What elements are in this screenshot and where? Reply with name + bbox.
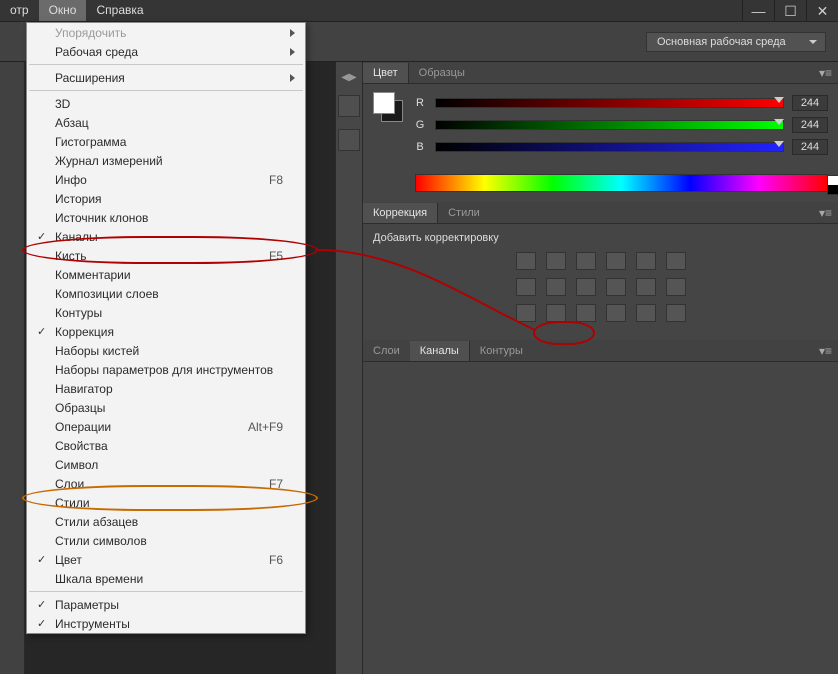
adj-vibrance-icon[interactable] — [636, 252, 656, 270]
menu-measure-log[interactable]: Журнал измерений — [27, 151, 305, 170]
menu-brush[interactable]: КистьF5 — [27, 246, 305, 265]
menu-truncated[interactable]: отр — [0, 0, 39, 21]
menu-paragraph[interactable]: Абзац — [27, 113, 305, 132]
adj-extra2-icon[interactable] — [666, 304, 686, 322]
workspace-selector[interactable]: Основная рабочая среда — [646, 32, 826, 52]
value-r[interactable]: 244 — [792, 95, 828, 111]
menu-info[interactable]: ИнфоF8 — [27, 170, 305, 189]
adj-channel-mixer-icon[interactable] — [606, 278, 626, 296]
value-b[interactable]: 244 — [792, 139, 828, 155]
menu-channels[interactable]: Каналы — [27, 227, 305, 246]
tab-layers[interactable]: Слои — [363, 341, 410, 361]
dock-icon-1[interactable] — [338, 95, 360, 117]
adj-poster-icon[interactable] — [516, 304, 536, 322]
adj-balance-icon[interactable] — [546, 278, 566, 296]
color-panel-body: R 244 G 244 B 244 — [363, 84, 838, 168]
adj-threshold-icon[interactable] — [546, 304, 566, 322]
color-panel-menu-icon[interactable]: ▾≡ — [813, 66, 838, 80]
restore-button[interactable]: ☐ — [774, 0, 806, 22]
menu-extensions[interactable]: Расширения — [27, 68, 305, 87]
adj-photo-filter-icon[interactable] — [576, 278, 596, 296]
label-r: R — [413, 97, 427, 109]
adj-levels-icon[interactable] — [546, 252, 566, 270]
tab-channels[interactable]: Каналы — [410, 341, 470, 361]
tab-swatches[interactable]: Образцы — [409, 63, 475, 83]
menu-workspace[interactable]: Рабочая среда — [27, 42, 305, 61]
menu-window[interactable]: Окно — [39, 0, 87, 21]
slider-g[interactable] — [435, 120, 784, 130]
expand-dock-icon[interactable]: ◀▶ — [341, 72, 356, 83]
menu-layers[interactable]: СлоиF7 — [27, 474, 305, 493]
menu-help[interactable]: Справка — [86, 0, 153, 21]
menu-paths[interactable]: Контуры — [27, 303, 305, 322]
menu-swatches[interactable]: Образцы — [27, 398, 305, 417]
menu-3d[interactable]: 3D — [27, 94, 305, 113]
menu-styles[interactable]: Стили — [27, 493, 305, 512]
menu-histogram[interactable]: Гистограмма — [27, 132, 305, 151]
left-gutter — [0, 62, 25, 674]
menu-arrange[interactable]: Упорядочить — [27, 23, 305, 42]
menubar: отр Окно Справка — ☐ ✕ — [0, 0, 838, 22]
adj-selective-icon[interactable] — [606, 304, 626, 322]
adj-brightness-icon[interactable] — [516, 252, 536, 270]
tab-paths[interactable]: Контуры — [470, 341, 533, 361]
menu-para-styles[interactable]: Стили абзацев — [27, 512, 305, 531]
tab-color[interactable]: Цвет — [363, 63, 409, 83]
menu-options[interactable]: Параметры — [27, 595, 305, 614]
minimize-button[interactable]: — — [742, 0, 774, 22]
menu-tool-presets[interactable]: Наборы параметров для инструментов — [27, 360, 305, 379]
adj-invert-icon[interactable] — [666, 278, 686, 296]
add-adjustment-label: Добавить корректировку — [373, 232, 828, 244]
channels-panel-body — [363, 362, 838, 674]
close-button[interactable]: ✕ — [806, 0, 838, 22]
adj-bw-icon[interactable] — [516, 278, 536, 296]
label-b: B — [413, 141, 427, 153]
slider-r[interactable] — [435, 98, 784, 108]
label-g: G — [413, 119, 427, 131]
adjust-panel-menu-icon[interactable]: ▾≡ — [813, 206, 838, 220]
adjust-panel-body: Добавить корректировку — [363, 224, 838, 340]
color-panel-header: Цвет Образцы ▾≡ — [363, 62, 838, 84]
layers-panel-menu-icon[interactable]: ▾≡ — [813, 344, 838, 358]
menu-history[interactable]: История — [27, 189, 305, 208]
menu-color[interactable]: ЦветF6 — [27, 550, 305, 569]
menu-adjustments[interactable]: Коррекция — [27, 322, 305, 341]
dock-icon-2[interactable] — [338, 129, 360, 151]
collapsed-dock: ◀▶ — [335, 62, 363, 674]
color-spectrum[interactable] — [415, 174, 828, 192]
menu-clone-source[interactable]: Источник клонов — [27, 208, 305, 227]
menu-comments[interactable]: Комментарии — [27, 265, 305, 284]
menu-layer-comps[interactable]: Композиции слоев — [27, 284, 305, 303]
menu-properties[interactable]: Свойства — [27, 436, 305, 455]
adjust-panel-header: Коррекция Стили ▾≡ — [363, 202, 838, 224]
tab-styles[interactable]: Стили — [438, 203, 490, 223]
menu-char-styles[interactable]: Стили символов — [27, 531, 305, 550]
menu-navigator[interactable]: Навигатор — [27, 379, 305, 398]
adj-gradient-map-icon[interactable] — [576, 304, 596, 322]
adj-exposure-icon[interactable] — [606, 252, 626, 270]
window-menu-dropdown: Упорядочить Рабочая среда Расширения 3D … — [26, 22, 306, 634]
window-controls: — ☐ ✕ — [742, 0, 838, 21]
menu-actions[interactable]: ОперацииAlt+F9 — [27, 417, 305, 436]
tab-correction[interactable]: Коррекция — [363, 203, 438, 223]
value-g[interactable]: 244 — [792, 117, 828, 133]
right-panels: Цвет Образцы ▾≡ R 244 G 244 B — [363, 62, 838, 674]
adj-extra1-icon[interactable] — [636, 304, 656, 322]
menu-brush-presets[interactable]: Наборы кистей — [27, 341, 305, 360]
fg-bg-swatch[interactable] — [373, 92, 403, 122]
menu-character[interactable]: Символ — [27, 455, 305, 474]
slider-b[interactable] — [435, 142, 784, 152]
menu-tools[interactable]: Инструменты — [27, 614, 305, 633]
layers-panel-header: Слои Каналы Контуры ▾≡ — [363, 340, 838, 362]
adj-curves-icon[interactable] — [576, 252, 596, 270]
adj-lookup-icon[interactable] — [636, 278, 656, 296]
adj-hsv-icon[interactable] — [666, 252, 686, 270]
menu-timeline[interactable]: Шкала времени — [27, 569, 305, 588]
